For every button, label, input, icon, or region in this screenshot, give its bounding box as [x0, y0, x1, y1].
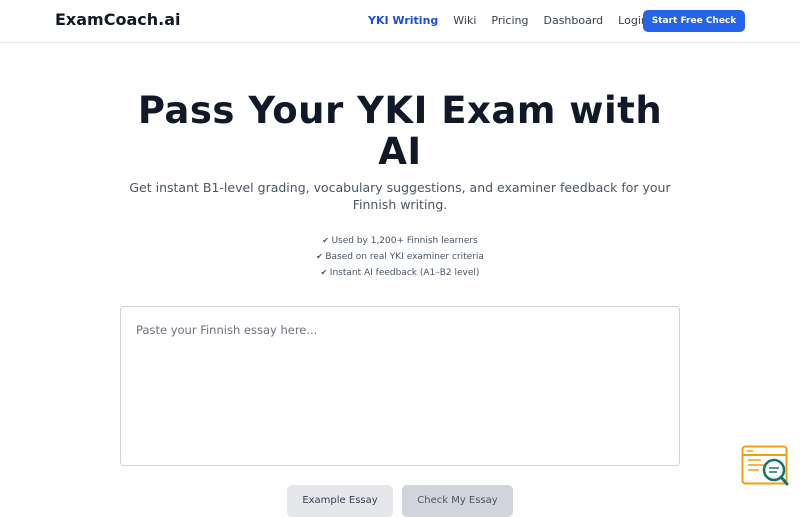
- checklist-item: Based on real YKI examiner criteria: [200, 249, 600, 265]
- hero-title: Pass Your YKI Exam with AI: [137, 89, 663, 173]
- site-header: ExamCoach.ai YKI Writing Wiki Pricing Da…: [0, 0, 800, 43]
- start-free-check-button[interactable]: Start Free Check: [643, 10, 745, 32]
- checklist-item: Instant AI feedback (A1–B2 level): [200, 265, 600, 281]
- example-essay-button[interactable]: Example Essay: [287, 485, 393, 517]
- nav-pricing[interactable]: Pricing: [491, 14, 528, 27]
- nav-dashboard[interactable]: Dashboard: [543, 14, 603, 27]
- check-essay-button[interactable]: Check My Essay: [402, 485, 513, 517]
- search-document-icon[interactable]: [741, 445, 791, 489]
- site-logo[interactable]: ExamCoach.ai: [55, 10, 180, 29]
- checklist-item: Used by 1,200+ Finnish learners: [200, 233, 600, 249]
- hero-subtitle: Get instant B1-level grading, vocabulary…: [129, 180, 671, 212]
- nav-wiki[interactable]: Wiki: [453, 14, 476, 27]
- nav-yki-writing[interactable]: YKI Writing: [368, 14, 438, 27]
- feature-checklist: Used by 1,200+ Finnish learners Based on…: [200, 233, 600, 281]
- search-document-icon-graphic: [741, 445, 789, 486]
- main-nav: YKI Writing Wiki Pricing Dashboard Login: [368, 14, 663, 27]
- essay-input[interactable]: [120, 306, 680, 466]
